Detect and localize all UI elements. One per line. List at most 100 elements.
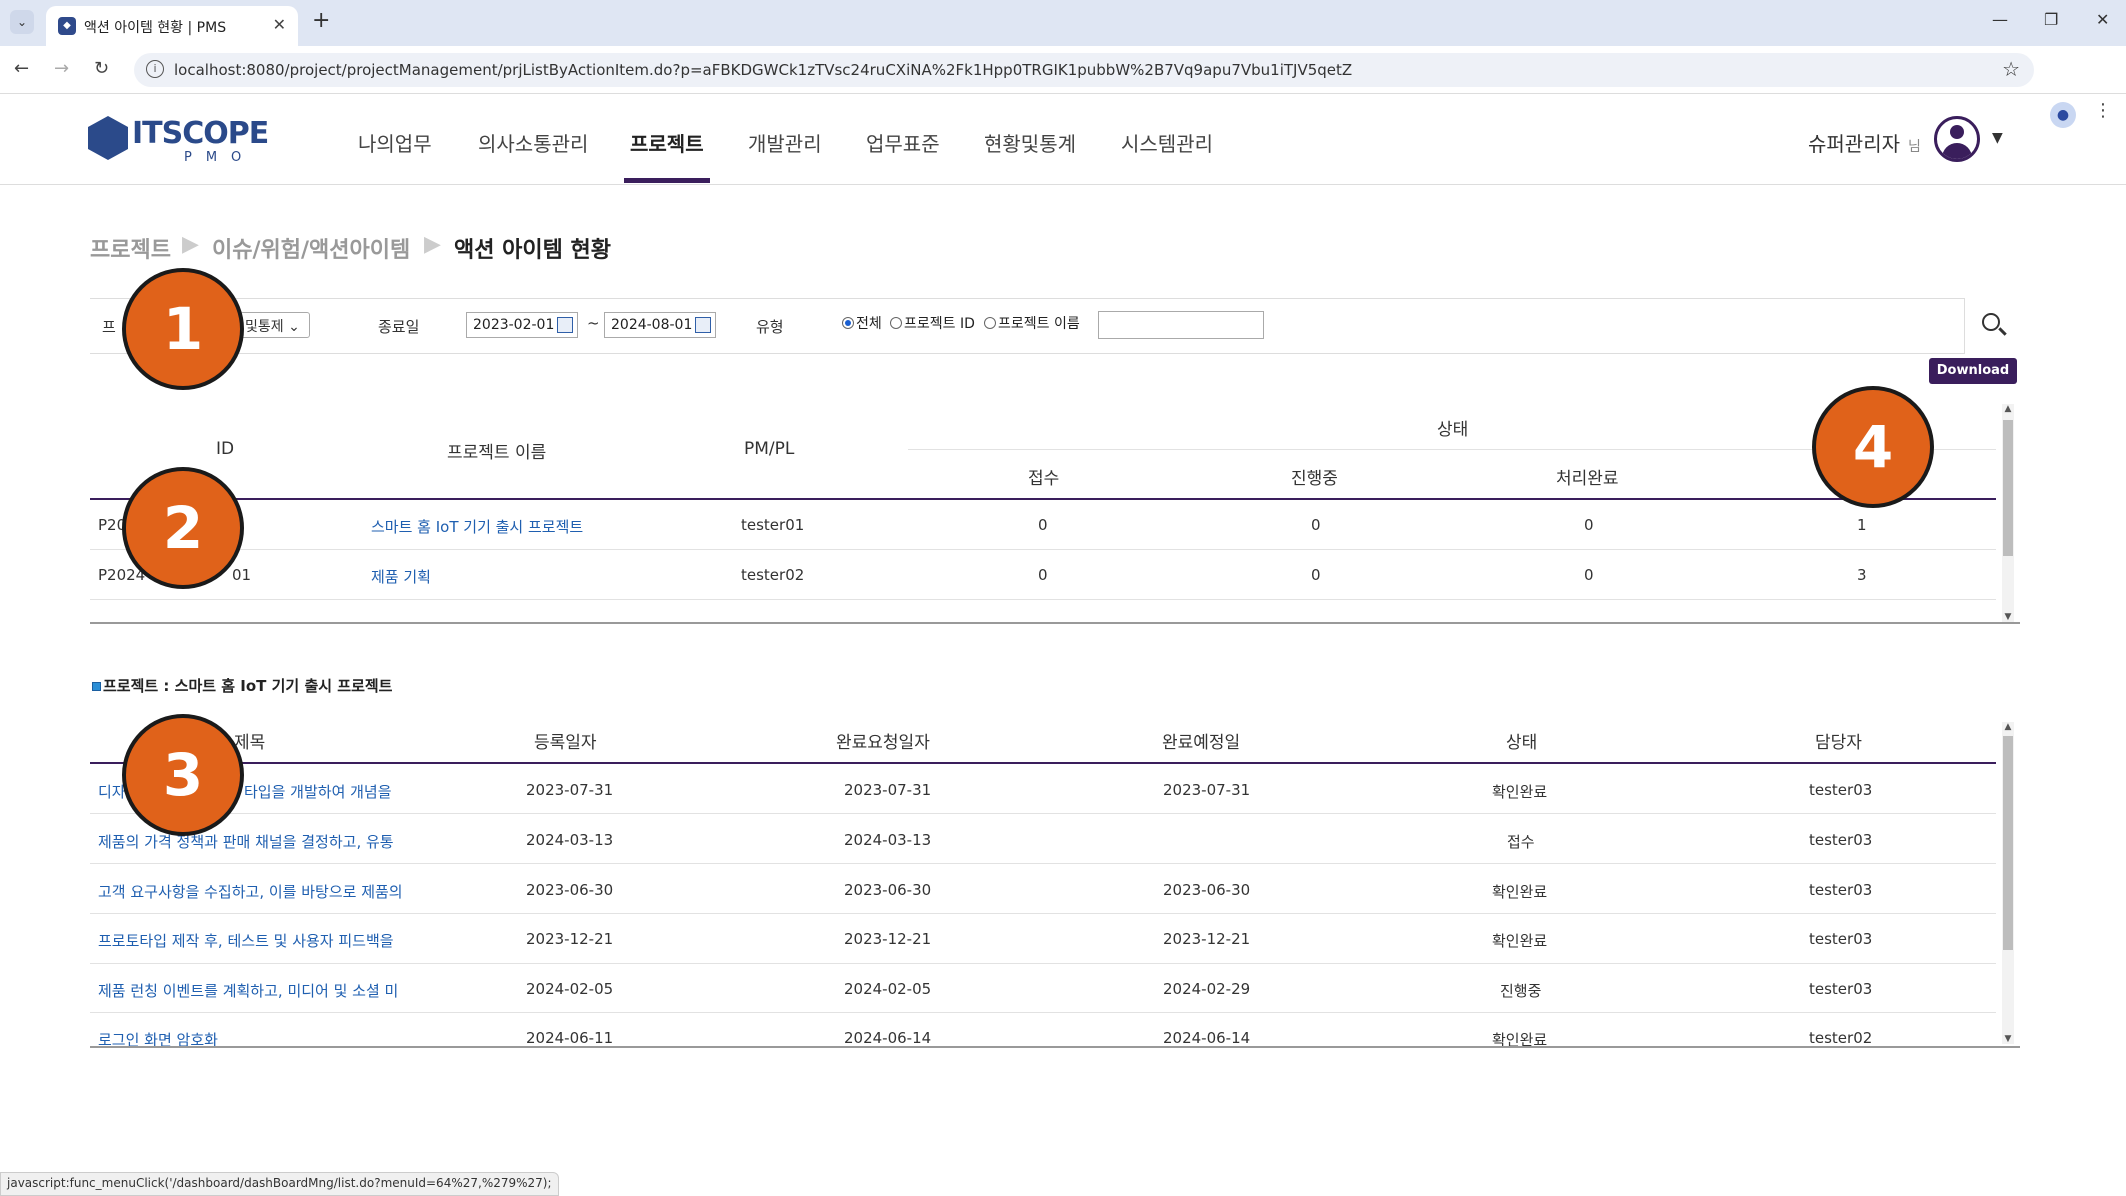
gnb-status-stats[interactable]: 현황및통계 bbox=[984, 128, 1076, 157]
address-url[interactable]: localhost:8080/project/projectManagement… bbox=[174, 61, 1352, 79]
section-title-text: 프로젝트 : 스마트 홈 IoT 기기 출시 프로젝트 bbox=[103, 677, 393, 695]
project-row-pm: tester02 bbox=[741, 566, 805, 584]
project-grid-scrollbar[interactable]: ▲ ▼ bbox=[2002, 404, 2014, 622]
project-row-progress: 0 bbox=[1311, 566, 1321, 584]
project-row-name-link[interactable]: 스마트 홈 IoT 기기 출시 프로젝트 bbox=[371, 516, 583, 537]
breadcrumb-project[interactable]: 프로젝트 bbox=[90, 232, 171, 264]
action-status: 확인완료 bbox=[1492, 1031, 1548, 1046]
browser-tab-strip: ⌄ ◆ 액션 아이템 현황 | PMS ✕ + — ❐ ✕ bbox=[0, 0, 2126, 46]
annotation-marker-2: 2 bbox=[122, 467, 244, 589]
gnb-work-standard[interactable]: 업무표준 bbox=[866, 128, 940, 157]
user-avatar-icon[interactable] bbox=[1934, 116, 1980, 162]
browser-toolbar: ← → ↻ i localhost:8080/project/projectMa… bbox=[0, 46, 2126, 128]
action-title-link[interactable]: 로그인 화면 암호화 bbox=[98, 1029, 218, 1046]
window-close-icon[interactable]: ✕ bbox=[2096, 10, 2109, 29]
col-header-project-name: 프로젝트 이름 bbox=[447, 443, 547, 463]
new-tab-plus-icon[interactable]: + bbox=[312, 8, 330, 33]
action-reg-date: 2024-06-11 bbox=[526, 1029, 614, 1046]
bookmark-star-icon[interactable]: ☆ bbox=[2002, 57, 2020, 81]
annotation-marker-3: 3 bbox=[122, 714, 244, 836]
action-owner: tester03 bbox=[1809, 930, 1873, 948]
logo-text: ITSCOPE bbox=[132, 116, 269, 151]
col-header-reg-date: 등록일자 bbox=[534, 733, 597, 753]
action-row: 로그인 화면 암호화 2024-06-11 2024-06-14 2024-06… bbox=[0, 1014, 2126, 1046]
scroll-down-icon[interactable]: ▼ bbox=[2002, 612, 2014, 622]
action-reg-date: 2023-06-30 bbox=[526, 881, 614, 899]
row-divider bbox=[90, 1012, 1996, 1013]
back-arrow-icon[interactable]: ← bbox=[14, 58, 29, 79]
action-grid-scrollbar[interactable]: ▲ ▼ bbox=[2002, 722, 2014, 1044]
gnb-development[interactable]: 개발관리 bbox=[748, 128, 822, 157]
action-owner: tester03 bbox=[1809, 980, 1873, 998]
action-plan-date: 2024-02-29 bbox=[1163, 980, 1251, 998]
project-row-name-link[interactable]: 제품 기획 bbox=[371, 566, 431, 587]
gnb-system[interactable]: 시스템관리 bbox=[1121, 128, 1213, 157]
project-row-received: 0 bbox=[1038, 516, 1048, 534]
user-menu-caret-icon[interactable]: ▼ bbox=[1992, 130, 2003, 146]
action-request-date: 2024-02-05 bbox=[844, 980, 932, 998]
search-text-input[interactable] bbox=[1098, 311, 1264, 339]
gnb-project[interactable]: 프로젝트 bbox=[630, 128, 704, 157]
calendar-icon[interactable] bbox=[695, 317, 711, 333]
row-divider bbox=[90, 913, 1996, 914]
action-title-link-tail[interactable]: 타입을 개발하여 개념을 bbox=[244, 781, 392, 802]
scroll-thumb[interactable] bbox=[2003, 420, 2013, 556]
radio-all[interactable]: 전체 bbox=[842, 313, 882, 333]
search-button[interactable] bbox=[1964, 298, 2020, 354]
project-row-progress: 0 bbox=[1311, 516, 1321, 534]
action-status: 확인완료 bbox=[1492, 783, 1548, 801]
gnb-communication[interactable]: 의사소통관리 bbox=[478, 128, 588, 157]
calendar-icon[interactable] bbox=[557, 317, 573, 333]
scroll-thumb[interactable] bbox=[2003, 736, 2013, 950]
gnb-my-work[interactable]: 나의업무 bbox=[358, 128, 432, 157]
date-from-input[interactable]: 2023-02-01 bbox=[466, 312, 578, 338]
address-bar[interactable]: i localhost:8080/project/projectManageme… bbox=[134, 53, 2034, 87]
scroll-up-icon[interactable]: ▲ bbox=[2002, 722, 2014, 732]
user-name[interactable]: 슈퍼관리자 님 bbox=[1808, 128, 1921, 157]
grid-header-line bbox=[90, 762, 1996, 764]
action-request-date: 2023-07-31 bbox=[844, 781, 932, 799]
action-owner: tester02 bbox=[1809, 1029, 1873, 1046]
browser-tab[interactable]: ◆ 액션 아이템 현황 | PMS ✕ bbox=[46, 6, 298, 46]
col-header-status: 상태 bbox=[1506, 733, 1538, 753]
scroll-down-icon[interactable]: ▼ bbox=[2002, 1034, 2014, 1044]
action-title-link[interactable]: 디자 bbox=[98, 781, 126, 802]
action-title-link[interactable]: 고객 요구사항을 수집하고, 이를 바탕으로 제품의 bbox=[98, 881, 403, 902]
radio-project-id-label: 프로젝트 ID bbox=[904, 316, 975, 332]
grid-header-line bbox=[90, 498, 1996, 500]
grid-bottom-border bbox=[90, 1046, 2020, 1048]
tab-close-icon[interactable]: ✕ bbox=[273, 15, 286, 34]
action-title-link[interactable]: 제품의 가격 정책과 판매 채널을 결정하고, 유통 bbox=[98, 831, 394, 852]
col-header-plan-date: 완료예정일 bbox=[1162, 733, 1241, 753]
col-header-received: 접수 bbox=[1028, 469, 1060, 489]
breadcrumb-separator-icon: ▶ bbox=[424, 232, 441, 257]
breadcrumb-issue-risk[interactable]: 이슈/위험/액션아이템 bbox=[212, 232, 410, 264]
user-name-text: 슈퍼관리자 bbox=[1808, 132, 1900, 156]
breadcrumb-separator-icon: ▶ bbox=[182, 232, 199, 257]
reload-icon[interactable]: ↻ bbox=[94, 58, 109, 79]
itscope-logo[interactable]: ITSCOPE PMO bbox=[88, 112, 269, 168]
section-title: 프로젝트 : 스마트 홈 IoT 기기 출시 프로젝트 bbox=[92, 675, 392, 696]
restore-icon[interactable]: ❐ bbox=[2044, 10, 2058, 29]
scroll-up-icon[interactable]: ▲ bbox=[2002, 404, 2014, 414]
browser-status-url: javascript:func_menuClick('/dashboard/da… bbox=[0, 1172, 559, 1196]
site-info-icon[interactable]: i bbox=[146, 60, 164, 78]
date-to-input[interactable]: 2024-08-01 bbox=[604, 312, 716, 338]
annotation-marker-4: 4 bbox=[1812, 386, 1934, 508]
action-plan-date: 2024-06-14 bbox=[1163, 1029, 1251, 1046]
forward-arrow-icon[interactable]: → bbox=[54, 58, 69, 79]
col-header-owner: 담당자 bbox=[1815, 733, 1862, 753]
user-suffix: 님 bbox=[1908, 139, 1921, 155]
action-owner: tester03 bbox=[1809, 781, 1873, 799]
radio-all-label: 전체 bbox=[856, 316, 882, 332]
radio-project-id[interactable]: 프로젝트 ID bbox=[890, 313, 975, 333]
col-header-done: 처리완료 bbox=[1556, 469, 1619, 489]
minimize-icon[interactable]: — bbox=[1992, 10, 2008, 29]
project-select[interactable]: 및통제 ⌄ bbox=[240, 312, 310, 338]
radio-project-name[interactable]: 프로젝트 이름 bbox=[984, 313, 1080, 333]
action-title-link[interactable]: 제품 런칭 이벤트를 계획하고, 미디어 및 소셜 미 bbox=[98, 980, 398, 1001]
date-from-value: 2023-02-01 bbox=[473, 317, 555, 333]
action-title-link[interactable]: 프로토타입 제작 후, 테스트 및 사용자 피드백을 bbox=[98, 930, 394, 951]
download-button[interactable]: Download bbox=[1929, 358, 2017, 384]
tab-search-chevron-icon[interactable]: ⌄ bbox=[10, 10, 34, 34]
